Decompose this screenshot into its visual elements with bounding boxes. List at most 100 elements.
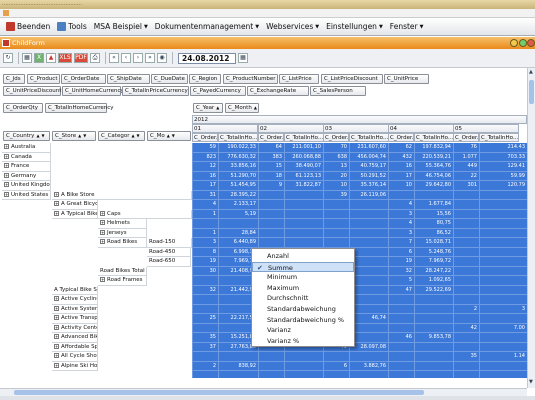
expand-icon[interactable]: + [4, 191, 9, 197]
row-header[interactable]: + Helmets [98, 219, 147, 229]
column-field[interactable]: C_Year ▲ [193, 103, 223, 113]
scroll-down-icon[interactable]: ▼ [529, 379, 534, 385]
expand-icon[interactable]: + [54, 362, 59, 368]
row-header[interactable]: Road Bikes Total [98, 266, 147, 276]
row-header[interactable]: Road-150 [147, 238, 192, 248]
row-header[interactable]: + Activity Center [52, 323, 98, 333]
row-header[interactable]: + Germany [2, 171, 51, 181]
calendar-icon[interactable]: ▦ [238, 53, 248, 63]
pivot-data-area[interactable]: 59 190.022,33 64 211.001,10 70 231.607,60 62 19… [192, 143, 527, 378]
chart-icon[interactable]: ▲ [46, 53, 56, 63]
filter-field[interactable]: C_UnitPrice [384, 74, 429, 84]
filter-field[interactable]: C_ListPriceDiscount [321, 74, 383, 84]
expand-icon[interactable]: + [54, 305, 59, 311]
row-header[interactable]: + Road Bikes [98, 238, 147, 248]
measure-header[interactable]: C_TotalInHo... [349, 133, 389, 142]
row-header[interactable]: Road-450 [147, 247, 191, 257]
menu-item-msa-beispiel[interactable]: MSA Beispiel ▼ [94, 22, 148, 31]
maximize-icon[interactable] [519, 39, 527, 47]
date-input[interactable]: 24.08.2012 [178, 52, 236, 64]
row-header[interactable]: A Typical Bike Shop Total [52, 285, 98, 295]
row-header[interactable]: Road-650 [147, 257, 191, 267]
expand-icon[interactable]: + [100, 229, 105, 235]
horizontal-scroll-thumb[interactable] [14, 390, 424, 395]
expand-icon[interactable]: + [4, 182, 9, 187]
filter-field[interactable]: C_Region [189, 74, 221, 84]
refresh-icon[interactable]: ↻ [3, 53, 13, 63]
row-header[interactable]: + Active Cycling [52, 295, 98, 305]
close-icon[interactable] [527, 39, 535, 47]
filter-field[interactable]: C_SalesPerson [310, 86, 366, 96]
data-field[interactable]: C_TotalInHomeCurrency [45, 103, 114, 113]
filter-field[interactable]: C_OrderDate [61, 74, 106, 84]
month-header[interactable]: 05 [453, 124, 519, 133]
filter-field[interactable]: C_TotalInPriceCurrency [122, 86, 189, 96]
month-header[interactable]: 01 [192, 124, 258, 133]
measure-header[interactable]: C_TotalInHo... [414, 133, 454, 142]
expand-icon[interactable]: + [4, 144, 9, 149]
vertical-scroll-thumb[interactable] [529, 80, 534, 104]
export-xls-icon[interactable]: XLS [58, 53, 72, 63]
context-menu-item[interactable]: Standardabweichung [252, 304, 354, 315]
row-header[interactable]: +Active Systems [52, 304, 98, 314]
row-header[interactable]: + France [2, 162, 51, 172]
filter-field[interactable]: C_UnitPriceDiscount [3, 86, 61, 96]
context-menu-item[interactable]: Minimum [252, 272, 354, 283]
data-field[interactable]: C_OrderQty [3, 103, 43, 113]
row-header[interactable]: + Australia [2, 143, 51, 153]
month-header[interactable]: 03 [323, 124, 389, 133]
filter-field[interactable]: C_ListPrice [279, 74, 319, 84]
context-menu-item[interactable]: Durchschnitt [252, 293, 354, 304]
expand-icon[interactable]: + [54, 324, 59, 330]
measure-header[interactable]: C_Order... [258, 133, 284, 142]
context-menu-item[interactable]: Standardabweichung % [252, 315, 354, 326]
expand-icon[interactable]: + [54, 353, 59, 358]
row-field[interactable]: C_Store ▲ ▼ [52, 131, 96, 141]
expand-icon[interactable]: + [54, 296, 59, 301]
month-header[interactable]: 02 [258, 124, 324, 133]
expand-icon[interactable]: + [100, 210, 105, 216]
row-header[interactable]: +Advanced Bike Components [52, 333, 98, 343]
context-menu-item[interactable]: Varianz % [252, 336, 354, 347]
export-pdf-icon[interactable]: PDF [74, 53, 88, 63]
measure-header[interactable]: C_TotalInHo... [218, 133, 258, 142]
menu-item-dokumentenmanagement[interactable]: Dokumentenmanagement ▼ [155, 22, 259, 31]
context-menu-item[interactable]: Maximum [252, 283, 354, 294]
vertical-scrollbar[interactable]: ▲ ▼ [527, 68, 535, 388]
row-header[interactable]: +Affordable Sports Equipment [52, 342, 98, 352]
filter-field[interactable]: C_UnitHomeCurrency [62, 86, 124, 96]
menu-item-tools[interactable]: Tools [57, 22, 87, 31]
menu-item-webservices[interactable]: Webservices ▼ [266, 22, 319, 31]
expand-icon[interactable]: + [4, 153, 9, 159]
first-page-icon[interactable]: « [109, 53, 119, 63]
expand-icon[interactable]: + [4, 172, 9, 178]
next-page-icon[interactable]: › [133, 53, 143, 63]
filter-field[interactable]: C_Jds [3, 74, 25, 84]
expand-icon[interactable]: + [100, 277, 105, 282]
filter-field[interactable]: C_DueDate [151, 74, 188, 84]
row-header[interactable]: + United Kingdom [2, 181, 51, 191]
filter-field[interactable]: C_PayedCurrency [190, 86, 246, 96]
row-header[interactable]: +Active Transport Inc. [52, 314, 98, 324]
filter-field[interactable]: C_ShipDate [107, 74, 150, 84]
row-field[interactable]: C_Categor ▲ ▼ [98, 131, 145, 141]
expand-icon[interactable]: + [54, 201, 59, 206]
filter-field[interactable]: C_Product [27, 74, 60, 84]
row-header[interactable]: + All Cycle Shop [52, 352, 98, 362]
measure-header[interactable]: C_TotalInHo... [284, 133, 324, 142]
column-field[interactable]: C_Month ▲ [225, 103, 259, 113]
row-header[interactable]: + Canada [2, 152, 51, 162]
row-header[interactable]: + Jerseys [98, 228, 147, 238]
context-menu-item[interactable]: ✔ Summe [252, 261, 354, 273]
print-icon[interactable]: ⎙ [90, 53, 100, 63]
context-menu-item[interactable]: Anzahl [252, 251, 354, 262]
month-header[interactable]: 04 [388, 124, 454, 133]
row-header[interactable]: + United States [2, 190, 51, 200]
minimize-icon[interactable] [510, 39, 518, 47]
menu-item-beenden[interactable]: Beenden [6, 22, 50, 31]
row-header[interactable]: +A Typical Bike... [52, 209, 98, 219]
expand-icon[interactable]: + [54, 191, 59, 197]
last-page-icon[interactable]: » [145, 53, 155, 63]
context-menu-item[interactable]: Varianz [252, 325, 354, 336]
filter-field[interactable]: C_ProductNumber [223, 74, 278, 84]
